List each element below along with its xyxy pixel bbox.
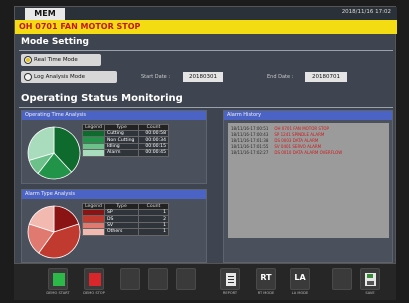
- real-time-mode-label: Real Time Mode: [34, 57, 78, 63]
- log-analysis-mode-label: Log Analysis Mode: [34, 74, 85, 80]
- type-cell: Non Cutting: [104, 136, 139, 144]
- mode-setting-divider: [19, 50, 393, 51]
- history-time: 18/11/16-17:01:55: [231, 144, 269, 149]
- monitoring-title: Operating Status Monitoring: [21, 93, 183, 104]
- start-date-field[interactable]: 20180301: [183, 72, 223, 82]
- mode-setting-title: Mode Setting: [21, 37, 89, 47]
- la-mode-label: LA MODE: [291, 291, 309, 295]
- operating-time-legend-table: Legend Type Count Cutting 00:00:58 Non C…: [82, 124, 169, 157]
- softkey-blank-4[interactable]: [332, 268, 352, 290]
- top-bar: MEM 2018/11/16 17:02: [15, 7, 397, 20]
- type-cell: Others: [104, 228, 139, 236]
- radio-unselected-icon: [24, 73, 32, 81]
- legend-header: Legend: [82, 124, 105, 131]
- alarm-history-panel: Alarm History 18/11/16-17:00:51 OH 0701 F…: [223, 110, 393, 263]
- history-time: 18/11/16-17:02:27: [231, 150, 269, 155]
- alarm-history-title: Alarm History: [224, 111, 392, 120]
- alarm-type-panel: Alarm Type Analysis Legend Type Count SP…: [21, 189, 207, 263]
- monitoring-divider: [19, 107, 393, 108]
- history-time: 18/11/16-17:01:38: [231, 138, 269, 143]
- save-button[interactable]: [360, 268, 380, 290]
- start-indicator-icon: [53, 273, 65, 286]
- history-message: SP 1241 SPINDLE ALARM: [274, 132, 325, 137]
- la-mode-button[interactable]: LA: [290, 268, 310, 290]
- alarm-type-pie-chart: [27, 205, 81, 259]
- count-cell: 1: [138, 228, 169, 236]
- report-label: REPORT: [222, 291, 238, 295]
- softkey-blank-1[interactable]: [120, 268, 140, 290]
- operating-time-title: Operating Time Analysis: [22, 111, 206, 120]
- la-mode-glyph: LA: [294, 273, 306, 282]
- rt-mode-glyph: RT: [260, 273, 272, 282]
- demo-stop-button[interactable]: [84, 268, 104, 290]
- report-icon: [226, 273, 236, 286]
- hmi-screen: MEM 2018/11/16 17:02 OH 0701 FAN MOTOR S…: [14, 6, 397, 264]
- legend-swatch: [82, 149, 105, 157]
- end-date-label: End Date :: [267, 74, 294, 80]
- demo-start-button[interactable]: [48, 268, 68, 290]
- mem-tab[interactable]: MEM: [25, 8, 65, 20]
- end-date-field[interactable]: 20180701: [305, 72, 347, 82]
- save-icon: [365, 273, 376, 286]
- log-analysis-mode-button[interactable]: Log Analysis Mode: [21, 71, 117, 83]
- report-button[interactable]: [220, 268, 240, 290]
- demo-start-label: DEMO START: [46, 291, 70, 295]
- rt-mode-button[interactable]: RT: [256, 268, 276, 290]
- bottom-softkey-bar: DEMO START DEMO STOP REPORT RT RT MODE L…: [14, 264, 396, 300]
- history-time: 18/11/16-17:00:43: [231, 132, 269, 137]
- table-row: Others 1: [82, 228, 169, 236]
- alarm-type-legend-table: Legend Type Count SP 1 DS 2 SV 1 Others …: [82, 203, 169, 236]
- demo-stop-label: DEMO STOP: [83, 291, 105, 295]
- count-cell: 00:00:45: [138, 149, 169, 157]
- alarm-banner: OH 0701 FAN MOTOR STOP: [15, 20, 397, 34]
- legend-header: Legend: [82, 203, 105, 210]
- rt-mode-label: RT MODE: [257, 291, 275, 295]
- alarm-history-list[interactable]: 18/11/16-17:00:51 OH 0701 FAN MOTOR STOP …: [228, 123, 389, 238]
- alarm-type-title: Alarm Type Analysis: [22, 190, 206, 199]
- radio-selected-icon: [24, 56, 32, 64]
- list-item[interactable]: 18/11/16-17:02:27 DS 0010 DATA ALARM OVER…: [231, 150, 386, 156]
- datetime-display: 2018/11/16 17:02: [341, 9, 391, 15]
- history-message: DS 0010 DATA ALARM OVERFLOW: [274, 150, 343, 155]
- history-message: SV 0401 SERVO ALARM: [274, 144, 322, 149]
- history-message: DS 0003 DATA ALARM: [274, 138, 319, 143]
- legend-swatch: [82, 228, 105, 236]
- save-label: SAVE: [365, 291, 375, 295]
- type-cell: Alarm: [104, 149, 139, 157]
- operating-time-panel: Operating Time Analysis Legend Type Coun…: [21, 110, 207, 184]
- stop-indicator-icon: [89, 273, 101, 286]
- softkey-blank-3[interactable]: [176, 268, 196, 290]
- history-time: 18/11/16-17:00:51: [231, 126, 269, 131]
- real-time-mode-button[interactable]: Real Time Mode: [21, 54, 101, 66]
- softkey-blank-2[interactable]: [148, 268, 168, 290]
- operating-time-pie-chart: [27, 126, 81, 180]
- table-row: Alarm 00:00:45: [82, 149, 169, 157]
- history-message: OH 0701 FAN MOTOR STOP: [274, 126, 329, 131]
- start-date-label: Start Date :: [141, 74, 171, 80]
